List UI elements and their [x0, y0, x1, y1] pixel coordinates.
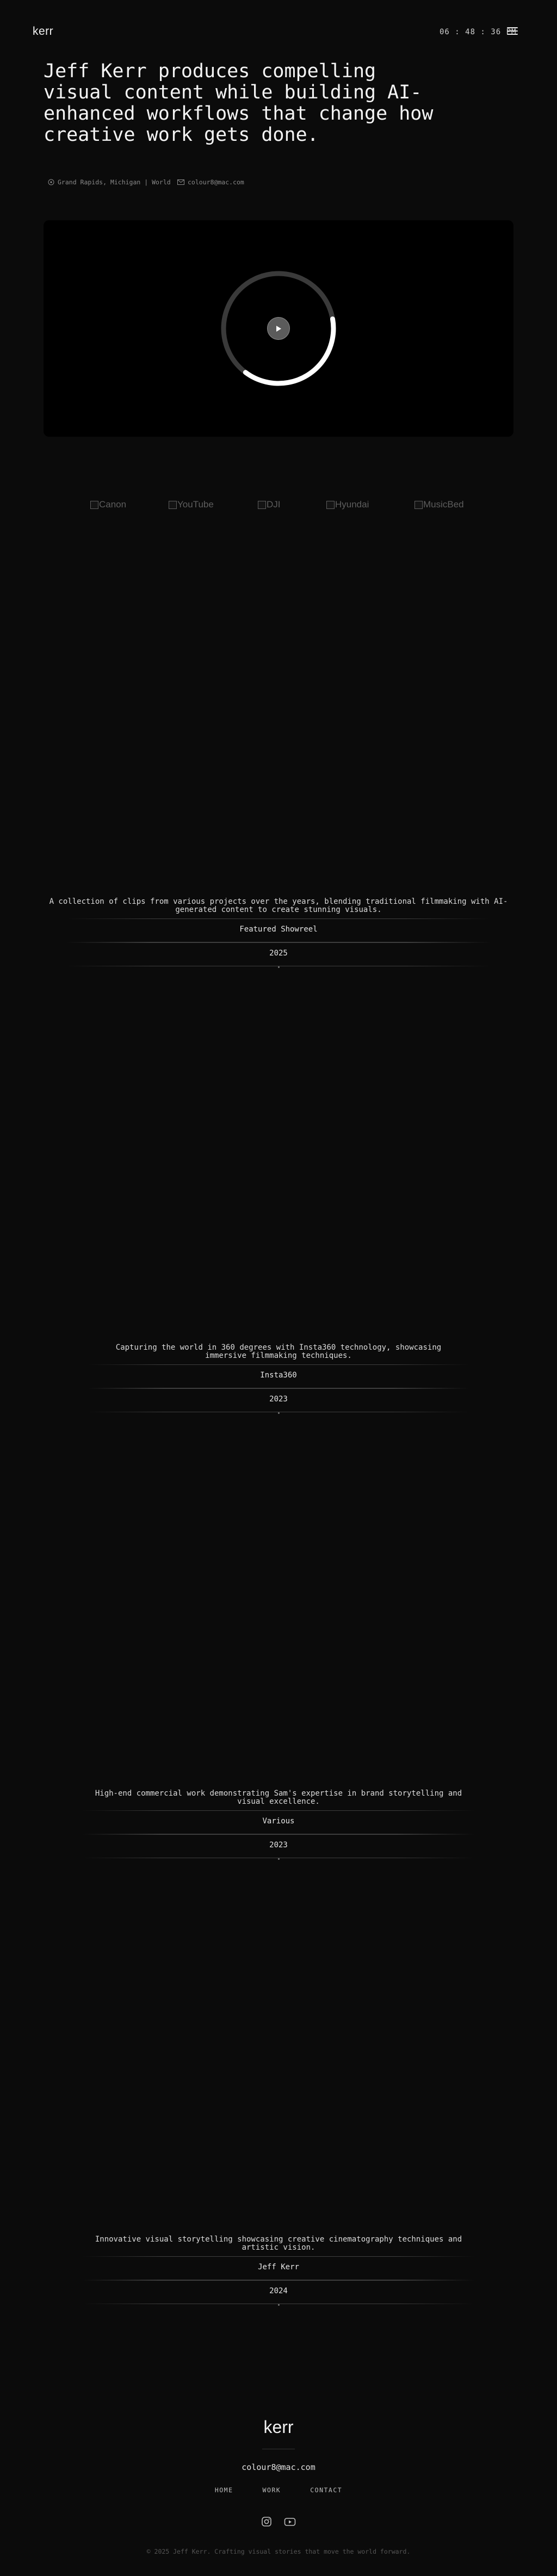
project-item[interactable]: A collection of clips from various proje…	[0, 898, 557, 968]
hero-title: Jeff Kerr produces compelling visual con…	[44, 60, 434, 146]
mail-icon	[177, 179, 184, 185]
divider-dot	[277, 1412, 280, 1414]
clock: 06 : 48 : 36 PM	[440, 28, 517, 36]
footer-nav: HOME WORK CONTACT	[0, 2486, 557, 2494]
location: Grand Rapids, Michigan | World	[48, 178, 171, 186]
contact-email[interactable]: colour8@mac.com	[177, 178, 244, 186]
video-player[interactable]	[44, 220, 513, 437]
copyright: © 2025 Jeff Kerr. Crafting visual storie…	[146, 2548, 411, 2555]
broken-image-icon	[169, 500, 177, 509]
menu-icon[interactable]	[507, 27, 518, 35]
broken-image-icon	[258, 500, 266, 509]
project-description: High-end commercial work demonstrating S…	[95, 1789, 462, 1806]
site-header: kerr 06 : 48 : 36 PM	[0, 0, 557, 65]
client-logo: YouTube	[169, 499, 214, 510]
location-pin-icon	[48, 179, 54, 185]
divider-dot	[277, 2304, 280, 2306]
footer-nav-home[interactable]: HOME	[215, 2486, 233, 2494]
divider-dot	[277, 966, 280, 968]
client-logo: Canon	[90, 499, 126, 510]
project-client: Jeff Kerr	[83, 2256, 474, 2280]
project-description: Capturing the world in 360 degrees with …	[115, 1343, 442, 1360]
clients-logos: Canon YouTube DJI Hyundai MusicBed	[0, 499, 557, 512]
project-year: 2023	[88, 1388, 469, 1412]
footer-logo[interactable]: kerr	[0, 2417, 557, 2437]
client-logo: Hyundai	[326, 499, 369, 510]
play-button[interactable]	[267, 317, 290, 340]
client-logo: MusicBed	[414, 499, 464, 510]
email-text[interactable]: colour8@mac.com	[188, 178, 244, 186]
project-client: Various	[83, 1810, 474, 1834]
project-item[interactable]: Innovative visual storytelling showcasin…	[0, 2236, 557, 2306]
youtube-icon[interactable]	[284, 2516, 296, 2527]
project-year: 2023	[83, 1834, 474, 1858]
play-icon	[276, 325, 281, 332]
project-description: A collection of clips from various proje…	[49, 897, 508, 914]
client-logo: DJI	[258, 499, 281, 510]
site-logo[interactable]: kerr	[33, 25, 53, 38]
project-client: Featured Showreel	[66, 918, 491, 942]
project-year: 2025	[66, 942, 491, 966]
location-text: Grand Rapids, Michigan | World	[58, 178, 171, 186]
footer-nav-contact[interactable]: CONTACT	[310, 2486, 342, 2494]
project-item[interactable]: Capturing the world in 360 degrees with …	[0, 1344, 557, 1414]
social-links	[0, 2516, 557, 2527]
broken-image-icon	[414, 500, 423, 509]
footer-email[interactable]: colour8@mac.com	[0, 2462, 557, 2472]
broken-image-icon	[326, 500, 335, 509]
footer-nav-work[interactable]: WORK	[263, 2486, 281, 2494]
divider-dot	[277, 1858, 280, 1860]
project-item[interactable]: High-end commercial work demonstrating S…	[0, 1790, 557, 1860]
broken-image-icon	[90, 500, 98, 509]
project-client: Insta360	[88, 1364, 469, 1388]
instagram-icon[interactable]	[261, 2516, 272, 2527]
project-year: 2024	[83, 2280, 474, 2304]
project-description: Innovative visual storytelling showcasin…	[95, 2235, 462, 2252]
